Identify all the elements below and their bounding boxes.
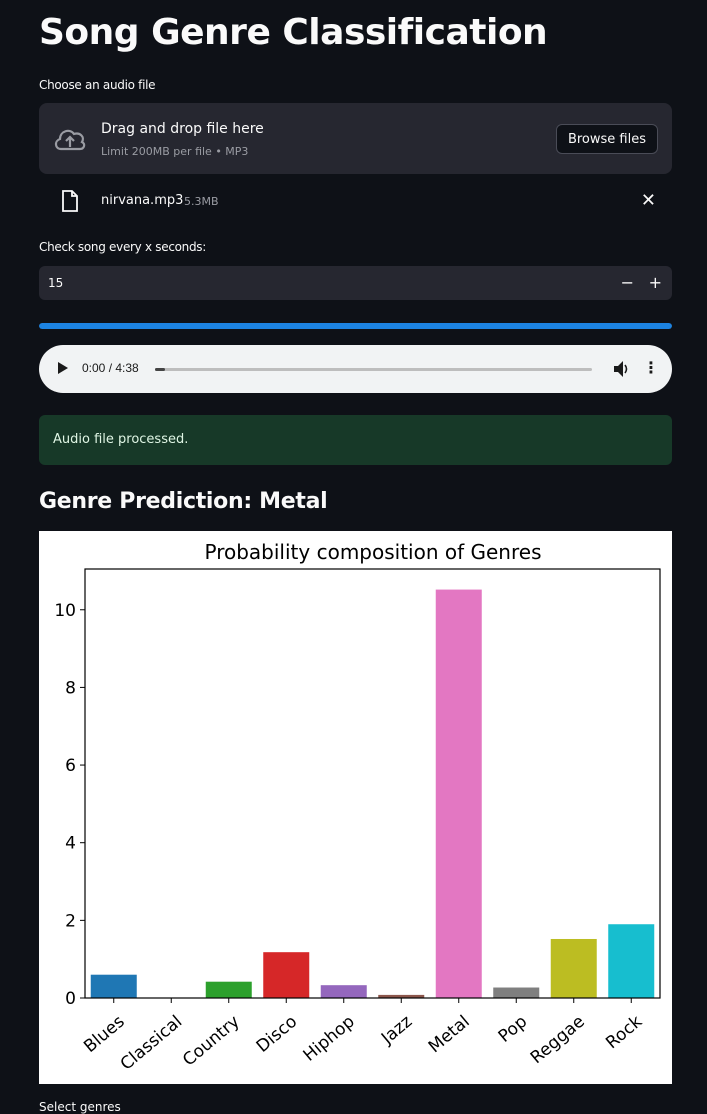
y-tick-label: 8 bbox=[65, 678, 76, 698]
decrement-button[interactable]: − bbox=[621, 273, 634, 292]
audio-seek-fill bbox=[155, 368, 165, 371]
uploaded-file-size: 5.3MB bbox=[184, 195, 219, 208]
file-icon bbox=[62, 190, 78, 212]
y-tick-label: 10 bbox=[54, 601, 76, 621]
x-tick-label-hiphop: Hiphop bbox=[300, 1012, 359, 1066]
bar-blues bbox=[90, 974, 137, 998]
x-tick-label-jazz: Jazz bbox=[377, 1012, 416, 1049]
bar-hiphop bbox=[320, 985, 367, 998]
bar-rock bbox=[608, 924, 655, 998]
audio-time: 0:00 / 4:38 bbox=[82, 361, 139, 375]
dropzone-limit-text: Limit 200MB per file • MP3 bbox=[101, 145, 249, 158]
chart-x-axis: BluesClassicalCountry DiscoHiphop Jazz Meta… bbox=[80, 998, 646, 1075]
y-tick-label: 6 bbox=[65, 756, 76, 776]
interval-label: Check song every x seconds: bbox=[39, 240, 206, 254]
chart-title: Probability composition of Genres bbox=[205, 540, 542, 564]
audio-seek-bar[interactable] bbox=[155, 368, 592, 371]
x-tick-label-country: Country bbox=[179, 1012, 244, 1071]
bar-reggae bbox=[550, 938, 597, 998]
bar-disco bbox=[263, 952, 310, 998]
x-tick-label-classical: Classical bbox=[117, 1012, 186, 1075]
play-icon[interactable] bbox=[58, 362, 68, 374]
bar-metal bbox=[435, 589, 482, 998]
increment-button[interactable]: + bbox=[649, 273, 662, 292]
prediction-heading: Genre Prediction: Metal bbox=[39, 489, 328, 514]
alert-message: Audio file processed. bbox=[53, 432, 189, 447]
browse-files-button[interactable]: Browse files bbox=[555, 124, 658, 154]
interval-value[interactable]: 15 bbox=[48, 276, 63, 290]
interval-number-input[interactable]: 15 − + bbox=[39, 266, 672, 300]
file-dropzone[interactable]: Drag and drop file here Limit 200MB per … bbox=[39, 103, 672, 174]
uploaded-file-row: nirvana.mp3 5.3MB ✕ bbox=[39, 184, 672, 218]
success-alert: Audio file processed. bbox=[39, 415, 672, 465]
volume-icon[interactable] bbox=[613, 359, 629, 379]
page-title: Song Genre Classification bbox=[39, 12, 548, 53]
audio-player[interactable]: 0:00 / 4:38 ⋮ bbox=[39, 345, 672, 393]
chart-axes-frame bbox=[84, 568, 661, 999]
y-tick-label: 4 bbox=[65, 834, 76, 854]
bar-country bbox=[205, 981, 252, 998]
progress-bar-fill bbox=[39, 323, 672, 329]
more-options-icon[interactable]: ⋮ bbox=[643, 358, 659, 377]
y-tick-label: 0 bbox=[65, 989, 76, 1009]
x-tick-label-reggae: Reggae bbox=[527, 1012, 589, 1068]
chart-bars bbox=[90, 589, 655, 998]
uploaded-file-name: nirvana.mp3 bbox=[101, 193, 184, 208]
select-genres-label: Select genres bbox=[39, 1100, 121, 1114]
y-tick-label: 2 bbox=[65, 911, 76, 931]
dropzone-instructions: Drag and drop file here bbox=[101, 121, 264, 137]
genre-probability-chart: Probability composition of Genres 0 2 4 6 8 1… bbox=[39, 531, 672, 1084]
close-icon[interactable]: ✕ bbox=[641, 190, 656, 211]
x-tick-label-blues: Blues bbox=[80, 1012, 129, 1057]
x-tick-label-disco: Disco bbox=[253, 1012, 301, 1057]
progress-bar bbox=[39, 323, 672, 329]
bar-pop bbox=[493, 987, 540, 998]
x-tick-label-pop: Pop bbox=[495, 1012, 531, 1047]
cloud-upload-icon bbox=[54, 129, 86, 151]
x-tick-label-rock: Rock bbox=[602, 1012, 646, 1054]
chart-svg: Probability composition of Genres 0 2 4 6 8 1… bbox=[54, 540, 661, 1075]
chart-y-axis: 0 2 4 6 8 10 bbox=[54, 601, 85, 1009]
x-tick-label-metal: Metal bbox=[425, 1012, 474, 1057]
uploader-label: Choose an audio file bbox=[39, 78, 156, 92]
